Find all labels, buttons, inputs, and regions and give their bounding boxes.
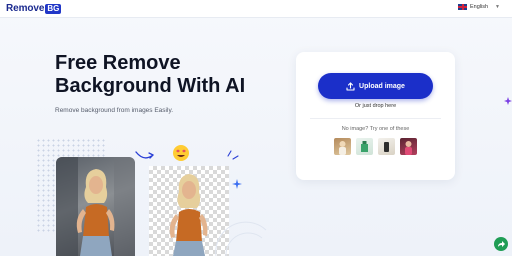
sample-object-thumb [384, 142, 389, 152]
sparkle-icon [504, 97, 512, 105]
sample-image-1[interactable] [334, 138, 351, 155]
decorative-arcs [215, 221, 267, 256]
sample-images [334, 138, 417, 155]
sample-image-2[interactable] [356, 138, 373, 155]
top-navbar: Remove BG English ▼ [0, 0, 512, 18]
upload-image-button[interactable]: Upload image [318, 73, 433, 99]
sample-prompt: No image? Try one of these [341, 126, 410, 132]
flag-uk-icon [458, 4, 467, 10]
sparkle-icon [227, 150, 242, 189]
card-divider [310, 118, 441, 119]
sample-portrait-thumb [405, 141, 412, 155]
curved-arrow-icon [135, 151, 154, 159]
logo-badge: BG [45, 3, 62, 14]
woman-figure-before [56, 157, 135, 256]
upload-icon [346, 81, 355, 91]
logo[interactable]: Remove BG [6, 3, 62, 14]
drop-hint: Or just drop here [354, 103, 397, 109]
hero-title: Free Remove Background With AI [55, 52, 285, 98]
language-selector[interactable]: English ▼ [458, 4, 500, 10]
sample-image-3[interactable] [378, 138, 395, 155]
logo-text: Remove [6, 3, 45, 14]
upload-button-label: Upload image [359, 82, 405, 90]
hero-title-line-2: Background With AI [55, 75, 246, 97]
chevron-down-icon: ▼ [495, 4, 500, 10]
sample-image-4[interactable] [400, 138, 417, 155]
star-eyes-emoji-icon [173, 145, 189, 161]
upload-card: Upload image Or just drop here No image?… [296, 52, 455, 180]
before-photo [56, 157, 135, 256]
sample-person-thumb [339, 141, 346, 155]
share-icon [498, 241, 505, 247]
hero-title-line-1: Free Remove [55, 52, 181, 74]
hero-subtitle: Remove background from images Easily. [55, 107, 174, 114]
language-label: English [470, 4, 489, 10]
sample-product-thumb [361, 141, 368, 152]
share-button[interactable] [494, 237, 508, 251]
